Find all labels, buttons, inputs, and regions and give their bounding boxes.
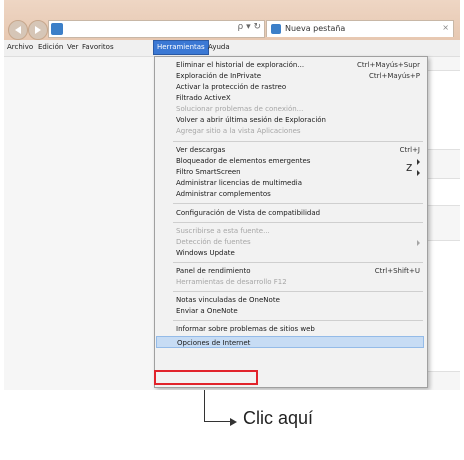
submenu-arrow-icon [417,240,420,246]
menu-item-fix-connection: Solucionar problemas de conexión... [176,105,304,113]
menu-item-windows-update[interactable]: Windows Update [156,248,424,258]
submenu-arrow-icon [417,159,420,165]
back-button[interactable] [8,20,28,40]
back-arrow-icon [15,26,21,34]
menu-separator [173,320,423,321]
menu-item-inprivate[interactable]: Exploración de InPrivate Ctrl+Mayús+P [156,71,424,81]
submenu-arrow-icon [417,170,420,176]
menu-separator [173,291,423,292]
callout-line-vertical [204,390,205,422]
page-favicon-icon [51,23,63,35]
menu-archivo[interactable]: Archivo [7,43,33,51]
page-glyph: z [406,160,413,174]
forward-arrow-icon [35,26,41,34]
menu-item-report-website-problems[interactable]: Informar sobre problemas de sitios web [156,324,424,334]
menu-item-send-to-onenote[interactable]: Enviar a OneNote [156,306,424,316]
menu-item-manage-addons[interactable]: Administrar complementos [156,189,424,199]
menu-item-performance-dashboard[interactable]: Panel de rendimiento Ctrl+Shift+U [156,266,424,276]
menu-item-reopen-session[interactable]: Volver a abrir última sesión de Explorac… [156,115,424,125]
menu-item-media-licenses[interactable]: Administrar licencias de multimedia [156,178,424,188]
menu-edicion[interactable]: Edición [38,43,63,51]
menu-favoritos[interactable]: Favoritos [82,43,114,51]
tab-nueva-pestana[interactable]: Nueva pestaña × [266,20,454,37]
forward-button[interactable] [28,20,48,40]
menu-bar: Archivo Edición Ver Favoritos Herramient… [4,40,460,57]
title-bar: ρ ▾ ↻ Nueva pestaña × [4,0,460,40]
menu-separator [173,203,423,204]
menu-separator [173,222,423,223]
menu-item-feed-discovery: Detección de fuentes [156,237,424,247]
red-callout-box [154,370,258,385]
callout-arrow-icon [230,418,237,426]
menu-item-onenote-linked-notes[interactable]: Notas vinculadas de OneNote [156,295,424,305]
menu-ayuda[interactable]: Ayuda [208,43,230,51]
menu-ver[interactable]: Ver [67,43,78,51]
menu-item-activex-filtering[interactable]: Filtrado ActiveX [156,93,424,103]
tab-favicon-icon [271,24,281,34]
address-controls[interactable]: ρ ▾ ↻ [238,22,262,32]
menu-item-tracking-protection[interactable]: Activar la protección de rastreo [156,82,424,92]
menu-item-view-downloads[interactable]: Ver descargas Ctrl+J [156,145,424,155]
tab-title: Nueva pestaña [285,24,346,33]
browser-screenshot: ρ ▾ ↻ Nueva pestaña × Archivo Edición Ve… [4,0,460,390]
address-bar[interactable]: ρ ▾ ↻ [48,20,265,38]
menu-item-internet-options[interactable]: Opciones de Internet [156,336,424,348]
menu-separator [173,141,423,142]
callout-label: Clic aquí [243,408,314,428]
menu-item-compat-view[interactable]: Configuración de Vista de compatibilidad [156,208,424,218]
tools-dropdown-menu: Eliminar el historial de exploración... C… [154,56,428,388]
callout-line-horizontal [204,421,232,422]
menu-herramientas[interactable]: Herramientas [153,40,209,55]
tab-close-icon[interactable]: × [442,23,449,32]
menu-separator [173,262,423,263]
menu-item-delete-history[interactable]: Eliminar el historial de exploración... C… [156,60,424,70]
menu-item-popup-blocker[interactable]: Bloqueador de elementos emergentes [156,156,424,166]
menu-item-smartscreen[interactable]: Filtro SmartScreen [156,167,424,177]
menu-item-subscribe-feed: Suscribirse a esta fuente... [176,227,270,235]
menu-item-f12-tools: Herramientas de desarrollo F12 [176,278,287,286]
menu-item-add-to-apps: Agregar sitio a la vista Aplicaciones [176,127,301,135]
